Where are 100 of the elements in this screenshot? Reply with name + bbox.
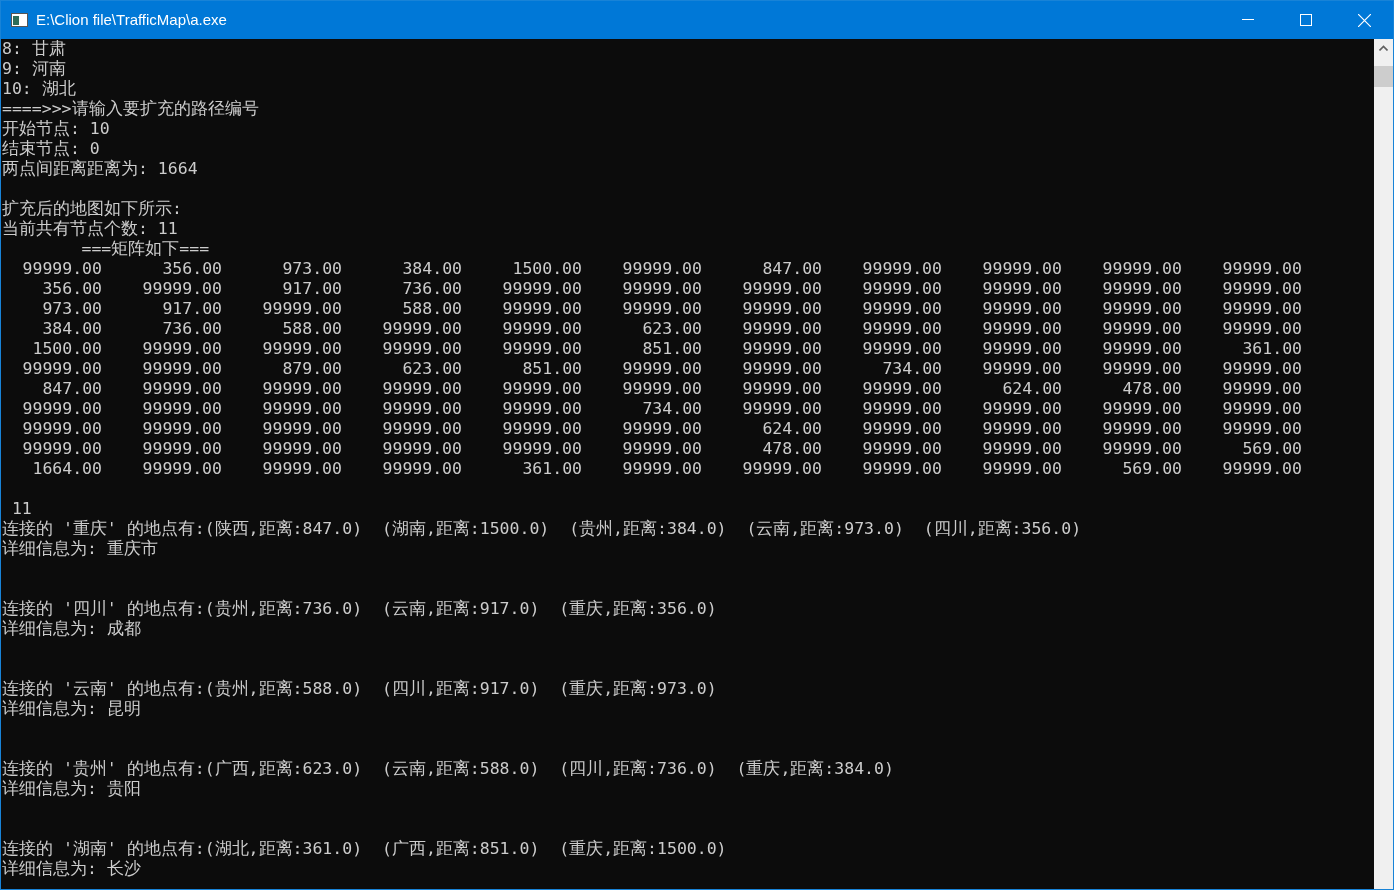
matrix-value: 99999.00 [1102, 399, 1182, 419]
matrix-value: 99999.00 [1102, 259, 1182, 279]
matrix-value: 99999.00 [742, 379, 822, 399]
matrix-value: 1500.00 [32, 339, 102, 359]
matrix-value: 99999.00 [1102, 279, 1182, 299]
scrollbar-thumb[interactable] [1374, 66, 1393, 87]
matrix-value: 384.00 [402, 259, 462, 279]
matrix-value: 99999.00 [622, 299, 702, 319]
console-line: 连接的 '四川' 的地点有:(贵州,距离:736.0) (云南,距离:917.0) (重庆,距离:356.0) [2, 599, 717, 619]
matrix-value: 99999.00 [742, 319, 822, 339]
console-line: 详细信息为: 成都 [2, 619, 141, 639]
matrix-value: 973.00 [42, 299, 102, 319]
matrix-value: 99999.00 [262, 379, 342, 399]
console-line: 连接的 '湖南' 的地点有:(湖北,距离:361.0) (广西,距离:851.0) (重庆,距离:1500.0) [2, 839, 727, 859]
scroll-up-icon[interactable] [1379, 45, 1388, 51]
console-line: ===矩阵如下=== [80, 239, 210, 259]
scrollbar[interactable] [1374, 39, 1393, 889]
matrix-value: 99999.00 [502, 379, 582, 399]
console-line: 连接的 '重庆' 的地点有:(陕西,距离:847.0) (湖南,距离:1500.0) (贵州,距离:384.0) (云南,距离:973.0) (四川,距离:356.0) [2, 519, 1082, 539]
console-line: 结束节点: 0 [2, 139, 100, 159]
console-line: 9: 河南 [2, 59, 66, 79]
matrix-value: 99999.00 [1102, 359, 1182, 379]
console-line: 11 [10, 499, 32, 519]
matrix-value: 879.00 [282, 359, 342, 379]
matrix-value: 1664.00 [32, 459, 102, 479]
matrix-value: 99999.00 [742, 279, 822, 299]
matrix-value: 973.00 [282, 259, 342, 279]
matrix-value: 99999.00 [142, 399, 222, 419]
matrix-value: 384.00 [42, 319, 102, 339]
matrix-value: 99999.00 [622, 359, 702, 379]
matrix-value: 99999.00 [502, 279, 582, 299]
matrix-value: 99999.00 [862, 399, 942, 419]
matrix-value: 99999.00 [382, 319, 462, 339]
matrix-value: 99999.00 [1222, 459, 1302, 479]
matrix-value: 99999.00 [262, 299, 342, 319]
matrix-value: 99999.00 [1222, 259, 1302, 279]
matrix-value: 99999.00 [742, 299, 822, 319]
matrix-value: 99999.00 [1222, 319, 1302, 339]
matrix-value: 99999.00 [862, 339, 942, 359]
matrix-value: 917.00 [282, 279, 342, 299]
matrix-value: 99999.00 [502, 299, 582, 319]
matrix-value: 99999.00 [862, 299, 942, 319]
matrix-value: 99999.00 [862, 319, 942, 339]
matrix-value: 99999.00 [142, 379, 222, 399]
matrix-value: 99999.00 [622, 459, 702, 479]
matrix-value: 99999.00 [22, 439, 102, 459]
matrix-value: 99999.00 [982, 419, 1062, 439]
matrix-value: 851.00 [522, 359, 582, 379]
console-line: 连接的 '云南' 的地点有:(贵州,距离:588.0) (四川,距离:917.0) (重庆,距离:973.0) [2, 679, 717, 699]
matrix-value: 99999.00 [982, 459, 1062, 479]
matrix-value: 99999.00 [982, 319, 1062, 339]
matrix-value: 478.00 [762, 439, 822, 459]
matrix-value: 99999.00 [622, 379, 702, 399]
console-line: 开始节点: 10 [2, 119, 110, 139]
matrix-value: 99999.00 [1222, 419, 1302, 439]
matrix-value: 99999.00 [1222, 359, 1302, 379]
console-line: ====>>>请输入要扩充的路径编号 [2, 99, 259, 119]
matrix-value: 99999.00 [1222, 399, 1302, 419]
matrix-value: 99999.00 [22, 359, 102, 379]
console-line: 当前共有节点个数: 11 [2, 219, 178, 239]
matrix-value: 588.00 [402, 299, 462, 319]
matrix-value: 99999.00 [502, 399, 582, 419]
matrix-value: 99999.00 [1102, 319, 1182, 339]
matrix-value: 99999.00 [1102, 439, 1182, 459]
console-line: 详细信息为: 贵阳 [2, 779, 141, 799]
matrix-value: 99999.00 [982, 439, 1062, 459]
matrix-value: 623.00 [642, 319, 702, 339]
matrix-value: 99999.00 [862, 259, 942, 279]
matrix-value: 356.00 [42, 279, 102, 299]
matrix-value: 99999.00 [742, 459, 822, 479]
matrix-value: 99999.00 [142, 439, 222, 459]
matrix-value: 99999.00 [22, 399, 102, 419]
matrix-value: 736.00 [402, 279, 462, 299]
matrix-value: 99999.00 [22, 259, 102, 279]
matrix-value: 99999.00 [502, 319, 582, 339]
matrix-value: 99999.00 [982, 279, 1062, 299]
matrix-value: 1500.00 [512, 259, 582, 279]
matrix-value: 99999.00 [742, 359, 822, 379]
matrix-value: 99999.00 [982, 259, 1062, 279]
matrix-value: 99999.00 [622, 419, 702, 439]
matrix-value: 99999.00 [382, 399, 462, 419]
console-line: 连接的 '贵州' 的地点有:(广西,距离:623.0) (云南,距离:588.0) (四川,距离:736.0) (重庆,距离:384.0) [2, 759, 894, 779]
matrix-value: 99999.00 [262, 419, 342, 439]
matrix-value: 99999.00 [382, 459, 462, 479]
console-line: 详细信息为: 重庆市 [2, 539, 158, 559]
matrix-value: 99999.00 [982, 339, 1062, 359]
console-line: 扩充后的地图如下所示: [2, 199, 182, 219]
matrix-value: 361.00 [522, 459, 582, 479]
matrix-value: 588.00 [282, 319, 342, 339]
matrix-value: 624.00 [762, 419, 822, 439]
matrix-value: 624.00 [1002, 379, 1062, 399]
matrix-value: 99999.00 [142, 419, 222, 439]
matrix-value: 99999.00 [982, 359, 1062, 379]
console-line: 两点间距离距离为: 1664 [2, 159, 198, 179]
close-icon [1357, 13, 1371, 27]
matrix-value: 569.00 [1122, 459, 1182, 479]
matrix-value: 99999.00 [382, 379, 462, 399]
minimize-icon [1242, 19, 1254, 21]
matrix-value: 99999.00 [862, 379, 942, 399]
console-line: 10: 湖北 [2, 79, 76, 99]
